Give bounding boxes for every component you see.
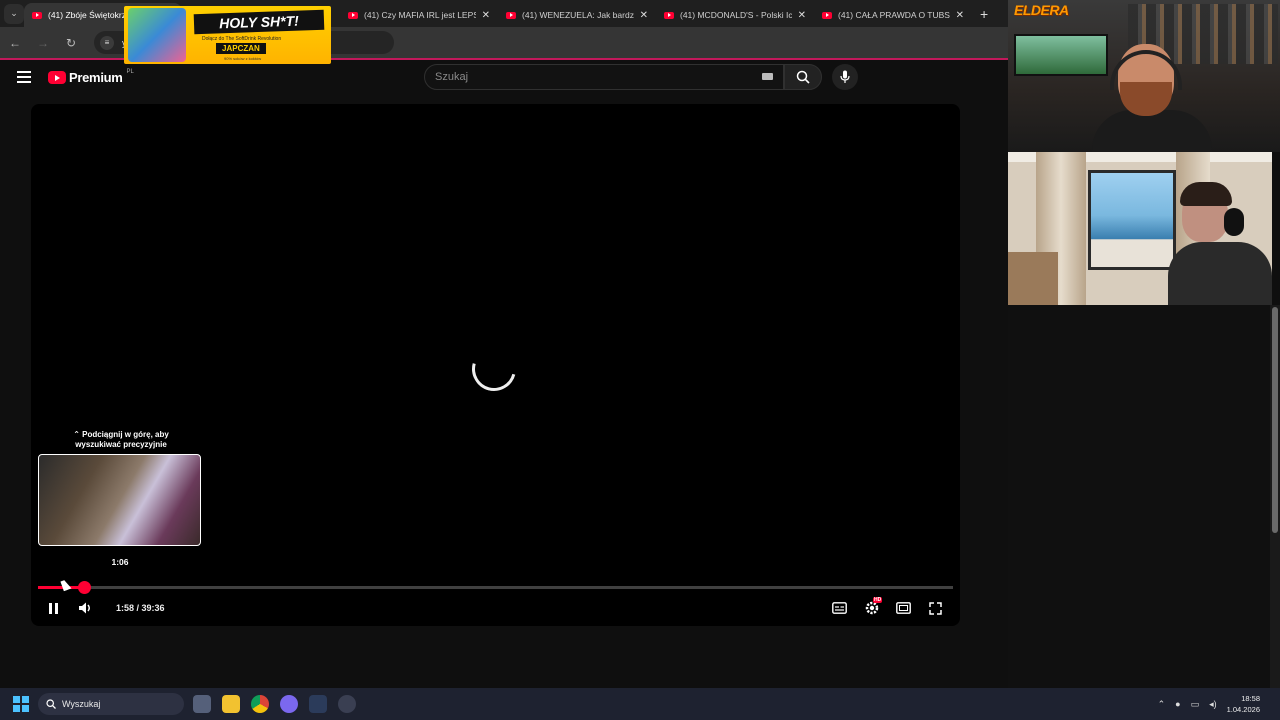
page-right-area [1008,305,1280,688]
search-icon [796,70,810,84]
taskbar-search-input[interactable]: Wyszukaj [38,693,184,715]
streamer-figure [1078,44,1228,152]
hd-badge: HD [873,597,883,603]
tray-network-icon[interactable]: ▭ [1191,699,1200,710]
pause-icon [48,602,52,614]
browser-tab-2[interactable]: (41) Czy MAFIA IRL jest LEPSZA ✕ [340,3,498,27]
search-input[interactable]: Szukaj [424,64,784,90]
taskbar-search-placeholder: Wyszukaj [62,699,101,709]
close-tab-icon[interactable]: ✕ [798,10,806,21]
scrollbar-thumb[interactable] [1272,307,1278,533]
tab-title: (41) Czy MAFIA IRL jest LEPSZA [364,10,476,20]
fullscreen-icon [928,601,942,615]
headset-icon [1110,50,1182,90]
progress-bar[interactable] [38,581,953,594]
discord-icon[interactable] [280,695,298,713]
guest-figure [1168,180,1272,305]
seek-preview-thumbnail [38,454,201,546]
guest-webcam [1008,152,1272,305]
page-below-player [0,626,1008,688]
new-tab-button[interactable]: + [980,6,988,22]
video-player[interactable]: ⌃ Podciągnij w górę, aby wyszukiwać prec… [31,104,960,626]
time-display: 1:58 / 39:36 [116,603,165,613]
headphones-icon [1224,208,1244,236]
youtube-premium-logo[interactable]: Premium PL [48,68,134,85]
theater-mode-button[interactable] [895,600,911,616]
close-tab-icon[interactable]: ✕ [482,10,490,21]
progress-played [38,586,84,589]
scrubber-knob[interactable] [77,581,91,594]
search-placeholder: Szukaj [435,71,469,83]
youtube-play-logo-icon [48,71,66,84]
site-info-icon[interactable]: ≡ [100,35,114,50]
tab-title: (41) MCDONALD'S - Polski Iceb [680,10,792,20]
theater-mode-icon [895,602,911,614]
stream-overlay-logo: ELDERA [1014,2,1069,18]
browser-tab-5[interactable]: (41) CAŁA PRAWDA O TUBSON ✕ [814,3,972,27]
ad-headline: HOLY SH*T! [193,9,325,35]
taskbar-clock[interactable]: 18:58 1.04.2026 [1227,693,1260,715]
back-arrow-icon[interactable]: ← [6,36,24,50]
browser-tab-4[interactable]: (41) MCDONALD'S - Polski Iceb ✕ [656,3,814,27]
clock-date: 1.04.2026 [1226,705,1260,714]
room-cabinet [1008,252,1058,305]
youtube-favicon-icon [822,11,832,19]
subtitles-button[interactable] [831,600,847,616]
search-button[interactable] [784,64,822,90]
youtube-favicon-icon [348,11,358,19]
loading-spinner-icon [463,338,525,400]
tray-microphone-icon[interactable]: ● [1175,699,1180,709]
app-icon[interactable] [309,695,327,713]
subtitles-icon [831,602,847,614]
windows-taskbar: Wyszukaj ⌃ ● ▭ ◂) 18:58 1.04.2026 [0,688,1280,720]
screen: ⌄ (41) Zbóje Świętokrzyscy | Kr ✕ (41) C… [0,0,1280,720]
youtube-masthead: Premium PL Szukaj [0,60,1010,96]
close-tab-icon[interactable]: ✕ [956,10,964,21]
obs-icon[interactable] [338,695,356,713]
youtube-favicon-icon [32,11,42,19]
page-scrollbar[interactable] [1270,305,1280,688]
ad-brand: JAPCZAN [216,43,266,54]
drink-pack-image [128,8,186,62]
tray-chevron-up-icon[interactable]: ⌃ [1158,699,1166,710]
windows-start-icon[interactable] [13,696,29,712]
voice-search-button[interactable] [832,64,858,90]
streamer-webcam: ELDERA [1008,0,1280,152]
precision-seek-hint: ⌃ Podciągnij w górę, aby wyszukiwać prec… [73,430,169,449]
volume-icon [79,602,90,614]
system-tray: ⌃ ● ▭ ◂) 18:58 1.04.2026 [1158,688,1260,720]
reload-icon[interactable]: ↻ [62,36,80,50]
browser-tab-3[interactable]: (41) WENEZUELA: Jak bardzo je ✕ [498,3,656,27]
tab-title: (41) CAŁA PRAWDA O TUBSON [838,10,950,20]
logo-country-code: PL [126,68,134,75]
task-view-icon[interactable] [193,695,211,713]
logo-wordmark: Premium [69,70,123,85]
ad-tagline: 90% soków z koktów [224,56,262,61]
settings-button[interactable]: HD [863,597,883,616]
ad-subline: Dołącz do The SoftDrink Revolution [202,36,282,42]
pause-icon [54,602,58,614]
forward-arrow-icon[interactable]: → [34,36,52,50]
search-icon [46,699,56,709]
seek-preview-time: 1:06 [111,557,129,567]
tab-title: (41) WENEZUELA: Jak bardzo je [522,10,634,20]
chrome-icon[interactable] [251,695,269,713]
close-tab-icon[interactable]: ✕ [640,10,648,21]
pause-button[interactable] [47,600,59,616]
mute-button[interactable] [78,600,92,616]
ad-banner[interactable]: HOLY SH*T! Dołącz do The SoftDrink Revol… [124,6,331,64]
microphone-icon [840,70,850,83]
room-window [1088,170,1176,270]
clock-time: 18:58 [1241,694,1260,703]
keyboard-icon[interactable] [762,73,773,80]
file-explorer-icon[interactable] [222,695,240,713]
menu-hamburger-icon[interactable] [17,71,31,83]
youtube-favicon-icon [664,11,674,19]
tab-search-chevron-icon[interactable]: ⌄ [4,3,24,24]
fullscreen-button[interactable] [927,600,943,616]
tray-volume-icon[interactable]: ◂) [1209,699,1217,710]
youtube-favicon-icon [506,11,516,19]
mouse-cursor-icon [60,578,72,592]
